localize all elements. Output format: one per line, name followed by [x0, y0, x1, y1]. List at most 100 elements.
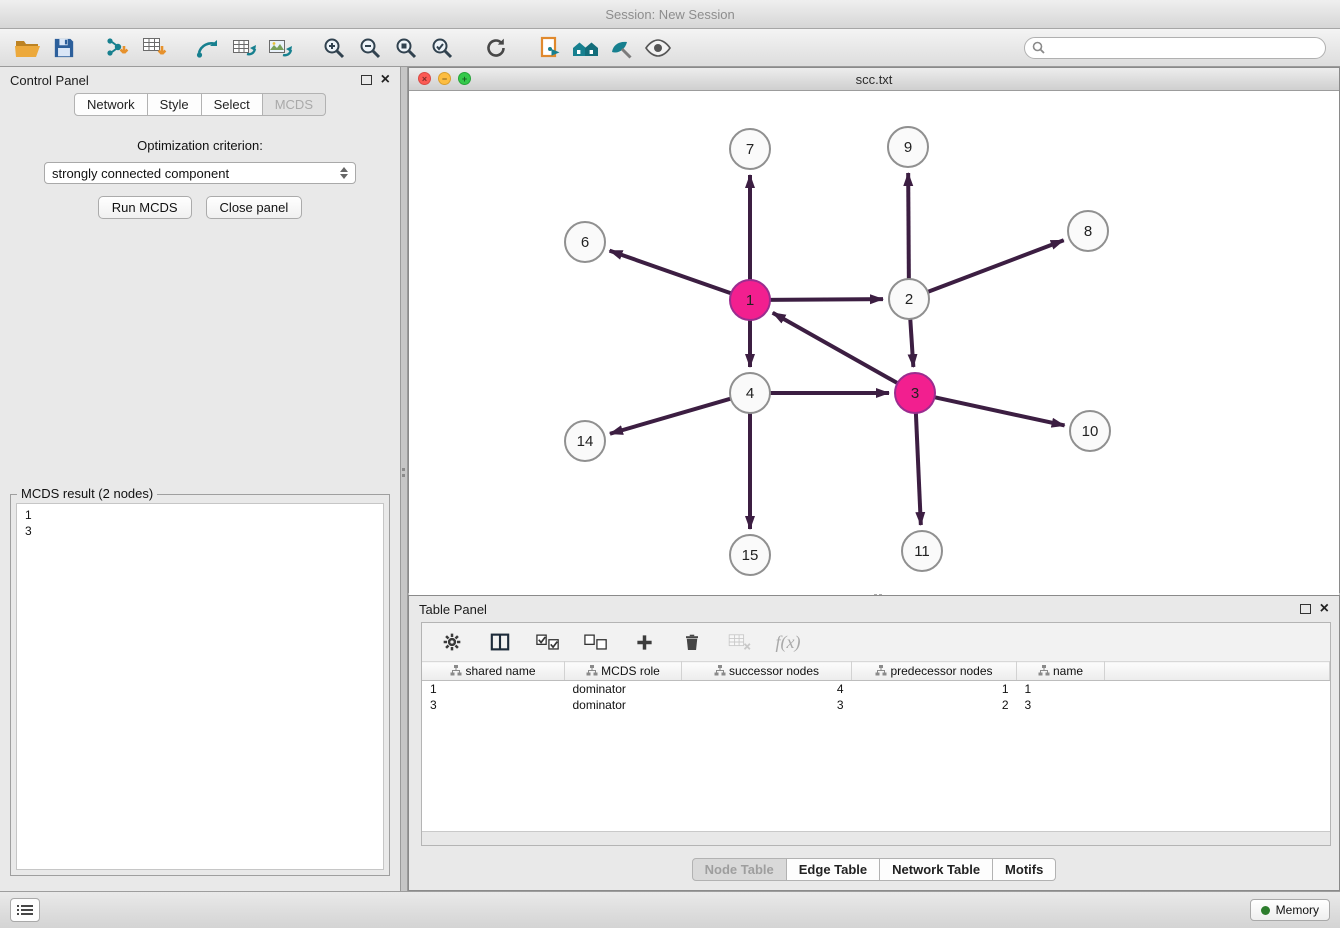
zoom-in-button[interactable] — [318, 33, 350, 63]
graph-edge-3-1[interactable] — [773, 313, 900, 384]
tab-style[interactable]: Style — [148, 93, 202, 116]
column-header-name[interactable]: name — [1017, 662, 1105, 681]
table-arrow-icon — [232, 36, 257, 60]
network-canvas[interactable]: 7 9 6 8 1 2 4 3 14 10 15 11 — [409, 91, 1339, 598]
delete-table-button[interactable] — [726, 627, 754, 657]
cell-successor-nodes[interactable]: 3 — [682, 697, 852, 713]
zoom-fit-button[interactable] — [390, 33, 422, 63]
columns-icon — [490, 633, 510, 651]
cell-MCDS-role[interactable]: dominator — [565, 697, 682, 713]
vertical-splitter[interactable] — [400, 67, 408, 891]
apply-layout-button[interactable] — [192, 33, 224, 63]
column-header-shared-name[interactable]: shared name — [422, 662, 565, 681]
show-panels-button[interactable] — [10, 898, 40, 922]
app-title-bar: Session: New Session — [0, 0, 1340, 29]
open-session-button[interactable] — [12, 33, 44, 63]
graph-node-1[interactable]: 1 — [730, 280, 770, 320]
memory-button[interactable]: Memory — [1250, 899, 1330, 921]
graph-edge-3-11[interactable] — [916, 411, 921, 525]
graph-node-7[interactable]: 7 — [730, 129, 770, 169]
memory-label: Memory — [1276, 903, 1319, 917]
style-button[interactable] — [606, 33, 638, 63]
graph-node-2[interactable]: 2 — [889, 279, 929, 319]
cell-successor-nodes[interactable]: 4 — [682, 681, 852, 698]
graph-node-3[interactable]: 3 — [895, 373, 935, 413]
zoom-selected-button[interactable] — [426, 33, 458, 63]
graph-edge-2-3[interactable] — [910, 317, 913, 367]
show-columns-button[interactable] — [486, 627, 514, 657]
deselect-all-button[interactable] — [582, 627, 610, 657]
float-table-panel-icon[interactable] — [1300, 604, 1311, 614]
search-input[interactable] — [1024, 37, 1326, 59]
tab-network[interactable]: Network — [74, 93, 148, 116]
graph-node-15[interactable]: 15 — [730, 535, 770, 575]
cell-predecessor-nodes[interactable]: 2 — [852, 697, 1017, 713]
column-header-MCDS-role[interactable]: MCDS role — [565, 662, 682, 681]
network-window-title-bar[interactable]: × − + scc.txt — [409, 68, 1339, 91]
function-builder-button[interactable]: f(x) — [774, 627, 802, 657]
close-window-button[interactable]: × — [418, 72, 431, 85]
graph-edge-4-14[interactable] — [610, 398, 733, 434]
graph-node-9[interactable]: 9 — [888, 127, 928, 167]
refresh-view-button[interactable] — [480, 33, 512, 63]
import-table-button[interactable] — [138, 33, 170, 63]
export-table-button[interactable] — [228, 33, 260, 63]
cell-shared-name[interactable]: 1 — [422, 681, 565, 698]
table-mode-button[interactable] — [438, 627, 466, 657]
minimize-window-button[interactable]: − — [438, 72, 451, 85]
table-panel-title: Table Panel — [419, 602, 487, 617]
cell-name[interactable]: 1 — [1017, 681, 1105, 698]
import-network-button[interactable] — [102, 33, 134, 63]
graph-node-4[interactable]: 4 — [730, 373, 770, 413]
run-mcds-button[interactable]: Run MCDS — [98, 196, 192, 219]
graph-node-10[interactable]: 10 — [1070, 411, 1110, 451]
zoom-out-button[interactable] — [354, 33, 386, 63]
close-table-panel-icon[interactable]: × — [1320, 604, 1329, 614]
refresh-arrows-icon — [484, 36, 508, 60]
deselect-all-icon — [584, 634, 608, 651]
close-panel-button[interactable]: Close panel — [206, 196, 303, 219]
graph-edge-1-2[interactable] — [768, 299, 883, 300]
create-column-button[interactable] — [630, 627, 658, 657]
graph-edge-1-6[interactable] — [610, 251, 733, 294]
splitter-grip[interactable] — [402, 465, 405, 480]
import-table-icon — [142, 36, 167, 60]
graph-node-8[interactable]: 8 — [1068, 211, 1108, 251]
tab-motifs[interactable]: Motifs — [993, 858, 1056, 881]
tab-node-table[interactable]: Node Table — [692, 858, 787, 881]
copy-network-button[interactable] — [534, 33, 566, 63]
cell-shared-name[interactable]: 3 — [422, 697, 565, 713]
svg-text:3: 3 — [911, 385, 919, 402]
nested-network-button[interactable] — [570, 33, 602, 63]
cell-MCDS-role[interactable]: dominator — [565, 681, 682, 698]
graph-node-6[interactable]: 6 — [565, 222, 605, 262]
graph-node-11[interactable]: 11 — [902, 531, 942, 571]
horizontal-scrollbar[interactable] — [422, 831, 1330, 845]
graph-node-14[interactable]: 14 — [565, 421, 605, 461]
select-all-button[interactable] — [534, 627, 562, 657]
graph-edge-2-9[interactable] — [908, 173, 909, 281]
cell-name[interactable]: 3 — [1017, 697, 1105, 713]
control-panel-title: Control Panel — [10, 73, 89, 88]
tab-select[interactable]: Select — [202, 93, 263, 116]
optimization-criterion-select[interactable]: strongly connected component — [44, 162, 356, 184]
tab-network-table[interactable]: Network Table — [880, 858, 993, 881]
select-all-icon — [536, 634, 560, 651]
table-row[interactable]: 1dominator411 — [422, 681, 1330, 698]
curved-arrows-icon — [196, 36, 221, 59]
float-panel-icon[interactable] — [361, 75, 372, 85]
graph-edge-2-8[interactable] — [926, 240, 1064, 292]
column-header-predecessor-nodes[interactable]: predecessor nodes — [852, 662, 1017, 681]
delete-column-button[interactable] — [678, 627, 706, 657]
zoom-window-button[interactable]: + — [458, 72, 471, 85]
tab-edge-table[interactable]: Edge Table — [787, 858, 880, 881]
close-panel-icon[interactable]: × — [381, 75, 390, 85]
column-header-successor-nodes[interactable]: successor nodes — [682, 662, 852, 681]
table-row[interactable]: 3dominator323 — [422, 697, 1330, 713]
tab-mcds[interactable]: MCDS — [263, 93, 326, 116]
show-graphics-details-button[interactable] — [642, 33, 674, 63]
cell-predecessor-nodes[interactable]: 1 — [852, 681, 1017, 698]
graph-edge-3-10[interactable] — [933, 397, 1065, 426]
export-image-button[interactable] — [264, 33, 296, 63]
save-session-button[interactable] — [48, 33, 80, 63]
